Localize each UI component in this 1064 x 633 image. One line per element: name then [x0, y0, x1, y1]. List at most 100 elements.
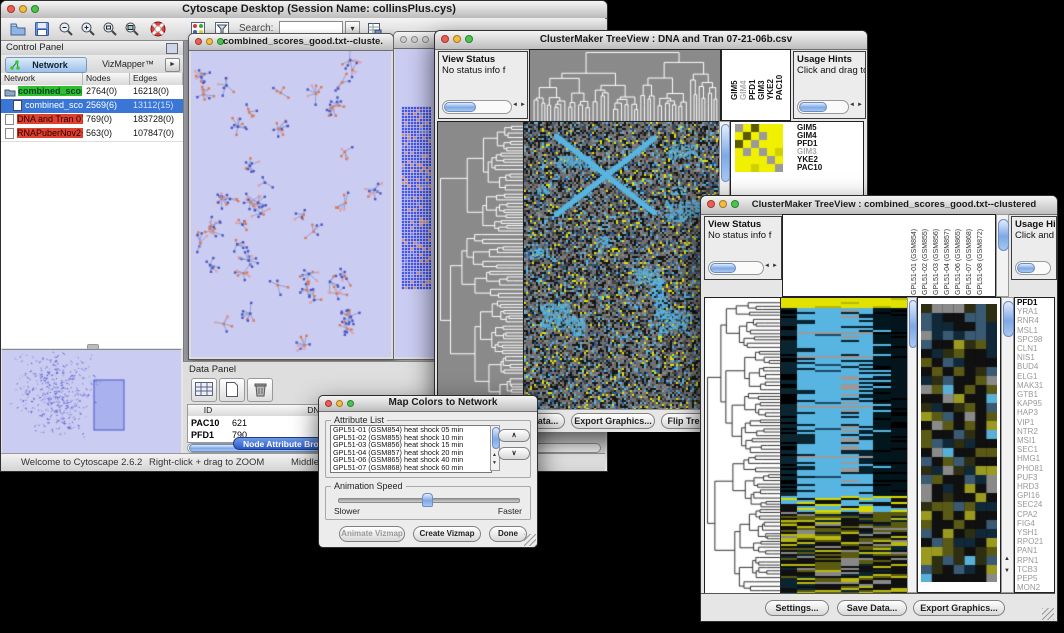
gene-label[interactable]: PHO81	[1015, 464, 1054, 473]
gene-label[interactable]: MSI1	[1015, 436, 1054, 445]
view-status-scrollbar[interactable]	[708, 261, 764, 275]
save-data-button[interactable]: Save Data...	[837, 600, 907, 616]
scroll-left-arrow[interactable]: ◄	[764, 263, 770, 269]
float-panel-icon[interactable]	[166, 43, 178, 54]
background-network-canvas[interactable]	[401, 105, 431, 290]
resize-grip[interactable]	[524, 534, 536, 546]
treeview2-titlebar[interactable]: ClusterMaker TreeView : combined_scores_…	[701, 196, 1057, 215]
minimize-icon[interactable]	[19, 5, 27, 13]
zoom-window-icon[interactable]	[31, 5, 39, 13]
close-icon[interactable]	[441, 35, 449, 43]
treeview2-top-vscrollbar[interactable]	[996, 214, 1009, 297]
gene-label[interactable]: YSH1	[1015, 528, 1054, 537]
gene-label[interactable]: BUD4	[1015, 362, 1054, 371]
zoom-in-icon[interactable]	[79, 20, 97, 38]
column-label[interactable]: GPL51-06 (GSM865)	[955, 217, 966, 295]
row-label[interactable]: PAC10	[797, 164, 822, 172]
table-view-icon[interactable]	[191, 378, 217, 402]
gene-label[interactable]: MON2	[1015, 583, 1054, 592]
view-status-scrollbar[interactable]	[442, 100, 512, 114]
minimize-icon[interactable]	[336, 400, 343, 407]
column-label[interactable]: YKE2	[766, 52, 775, 100]
move-up-button[interactable]: ∧	[498, 429, 530, 442]
scroll-right-arrow[interactable]: ►	[520, 102, 526, 108]
resize-grip[interactable]	[1042, 608, 1054, 620]
zoom-window-icon[interactable]	[347, 400, 354, 407]
gene-label[interactable]: MSL1	[1015, 326, 1054, 335]
open-folder-icon[interactable]	[9, 20, 27, 38]
create-vizmap-button[interactable]: Create Vizmap	[413, 526, 481, 542]
column-label[interactable]: GPL51-03 (GSM856)	[933, 217, 944, 295]
tab-vizmapper[interactable]: VizMapper™	[91, 57, 165, 71]
traffic-lights[interactable]	[441, 35, 473, 43]
gene-label[interactable]: PEP5	[1015, 574, 1054, 583]
close-icon[interactable]	[7, 5, 15, 13]
attribute-item[interactable]: GPL51-07 (GSM868) heat shock 60 min	[331, 464, 491, 472]
close-icon[interactable]	[707, 200, 715, 208]
gene-label[interactable]: RPO21	[1015, 537, 1054, 546]
column-label[interactable]: GPL51-01 (GSM854)	[911, 217, 922, 295]
gene-label[interactable]: SEC24	[1015, 500, 1054, 509]
treeview1-column-dendrogram[interactable]	[529, 49, 721, 123]
scroll-down-arrow[interactable]: ▼	[1004, 568, 1010, 574]
network-overview-canvas[interactable]	[2, 350, 181, 454]
tab-overflow-arrow[interactable]: ►	[165, 58, 180, 72]
network-row[interactable]: DNA and Tran 07 769(0) 183728(0)	[1, 113, 183, 127]
tab-network[interactable]: Network	[5, 57, 87, 73]
gene-label[interactable]: NTR2	[1015, 427, 1054, 436]
settings-button[interactable]: Settings...	[765, 600, 829, 616]
background-network-window[interactable]	[393, 31, 437, 360]
gene-label[interactable]: KAP95	[1015, 399, 1054, 408]
export-graphics-button[interactable]: Export Graphics...	[913, 600, 1005, 616]
gene-label[interactable]: CLN1	[1015, 344, 1054, 353]
gene-label[interactable]: PFD1	[1015, 298, 1054, 307]
gene-label[interactable]: SPC98	[1015, 335, 1054, 344]
treeview2-genes-vscrollbar[interactable]: ▲ ▼	[1001, 297, 1014, 593]
traffic-lights[interactable]	[195, 38, 224, 45]
network-view-titlebar[interactable]: combined_scores_good.txt--cluste...	[189, 34, 393, 51]
usage-hints-scrollbar[interactable]	[1015, 261, 1051, 275]
gene-label[interactable]: YRA1	[1015, 307, 1054, 316]
column-label[interactable]: GIM3	[757, 52, 766, 100]
network-view-canvas[interactable]	[191, 51, 391, 357]
scroll-left-arrow[interactable]: ◄	[512, 102, 518, 108]
zoom-window-icon[interactable]	[465, 35, 473, 43]
treeview1-matrix-thumbnail[interactable]	[735, 124, 783, 172]
gene-label[interactable]: RNR4	[1015, 316, 1054, 325]
zoom-window-icon[interactable]	[422, 36, 429, 43]
network-overview-panel[interactable]	[2, 349, 181, 454]
scroll-right-arrow[interactable]: ►	[857, 102, 863, 108]
scroll-left-arrow[interactable]: ◄	[849, 102, 855, 108]
gene-label[interactable]: TCB3	[1015, 565, 1054, 574]
gene-label[interactable]: PUF3	[1015, 473, 1054, 482]
move-down-button[interactable]: ∨	[498, 447, 530, 460]
table-cell-value[interactable]: 621	[232, 418, 247, 428]
gene-label[interactable]: CPA2	[1015, 510, 1054, 519]
speed-slider-thumb[interactable]	[422, 493, 433, 507]
col-edges[interactable]: Edges	[130, 73, 183, 85]
close-icon[interactable]	[325, 400, 332, 407]
network-row[interactable]: RNAPuberNov2+I 563(0) 107847(0)	[1, 127, 183, 141]
save-icon[interactable]	[33, 20, 51, 38]
treeview1-heatmap[interactable]	[523, 121, 721, 411]
close-icon[interactable]	[400, 36, 407, 43]
export-graphics-button[interactable]: Export Graphics...	[571, 413, 655, 429]
table-cell-id[interactable]: PFD1	[191, 430, 214, 440]
usage-hints-scrollbar[interactable]	[797, 100, 849, 114]
minimize-icon[interactable]	[206, 38, 213, 45]
gene-label[interactable]: PAN1	[1015, 546, 1054, 555]
gene-label[interactable]: GTB1	[1015, 390, 1054, 399]
column-label[interactable]: GPL51-08 (GSM872)	[977, 217, 988, 295]
main-titlebar[interactable]: Cytoscape Desktop (Session Name: collins…	[1, 1, 607, 19]
zoom-out-icon[interactable]	[57, 20, 75, 38]
traffic-lights-inactive[interactable]	[400, 36, 429, 43]
treeview2-row-dendrogram[interactable]	[704, 297, 782, 595]
background-network-view[interactable]	[395, 49, 435, 357]
new-attribute-icon[interactable]	[219, 378, 245, 402]
minimize-icon[interactable]	[453, 35, 461, 43]
scroll-up-arrow[interactable]: ▲	[492, 452, 497, 458]
col-network[interactable]: Network	[1, 73, 83, 85]
column-label[interactable]: GIM5	[730, 52, 739, 100]
traffic-lights[interactable]	[325, 400, 354, 407]
gene-label[interactable]: GPI16	[1015, 491, 1054, 500]
